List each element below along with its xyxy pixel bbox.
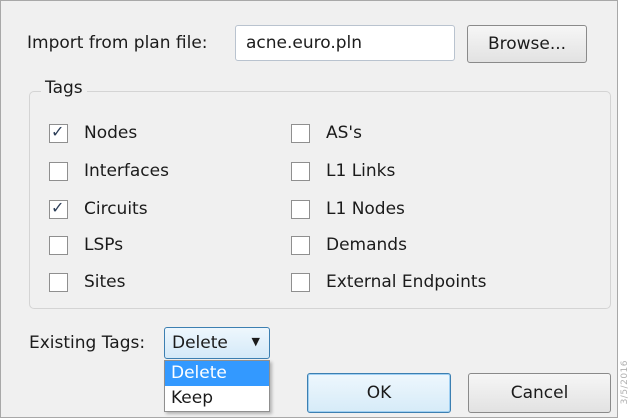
- checkbox[interactable]: [291, 199, 310, 219]
- existing-tags-label: Existing Tags:: [29, 333, 146, 353]
- tag-l1-nodes[interactable]: L1 Nodes: [291, 199, 405, 219]
- tag-label: L1 Links: [326, 161, 396, 181]
- tag-lsps[interactable]: LSPs: [49, 235, 123, 255]
- side-code: 3/5/2016: [620, 360, 630, 405]
- existing-tags-select[interactable]: Delete ▼: [164, 327, 270, 359]
- tag-external-endpoints[interactable]: External Endpoints: [291, 272, 486, 292]
- checkbox[interactable]: [291, 272, 310, 292]
- existing-tags-value: Delete: [172, 333, 228, 353]
- ok-button[interactable]: OK: [307, 373, 451, 413]
- tag-demands[interactable]: Demands: [291, 235, 407, 255]
- tag-l1-links[interactable]: L1 Links: [291, 161, 395, 181]
- tag-label: Sites: [84, 272, 126, 292]
- import-label: Import from plan file:: [27, 33, 208, 53]
- tag-as[interactable]: AS's: [291, 123, 362, 143]
- checkbox[interactable]: [49, 235, 68, 255]
- tag-label: LSPs: [84, 235, 124, 255]
- checkbox[interactable]: [49, 161, 68, 181]
- tag-label: Interfaces: [84, 161, 169, 181]
- tag-label: Demands: [326, 235, 407, 255]
- plan-file-input[interactable]: acne.euro.pln: [235, 25, 455, 61]
- tags-group-title: Tags: [41, 78, 87, 98]
- menu-item-keep[interactable]: Keep: [165, 386, 269, 411]
- tag-label: Nodes: [84, 123, 138, 143]
- browse-button[interactable]: Browse...: [467, 25, 587, 63]
- import-dialog: Import from plan file: acne.euro.pln Bro…: [0, 0, 618, 418]
- check-icon: ✓: [51, 197, 65, 217]
- tag-sites[interactable]: Sites: [49, 272, 126, 292]
- checkbox[interactable]: [49, 272, 68, 292]
- check-icon: ✓: [51, 121, 65, 141]
- cancel-button[interactable]: Cancel: [468, 373, 611, 413]
- tag-label: Circuits: [84, 199, 148, 219]
- chevron-down-icon: ▼: [251, 335, 260, 348]
- tag-interfaces[interactable]: Interfaces: [49, 161, 169, 181]
- checkbox[interactable]: ✓: [49, 121, 68, 143]
- checkbox[interactable]: ✓: [49, 197, 68, 219]
- tag-label: L1 Nodes: [326, 199, 405, 219]
- existing-tags-menu: Delete Keep: [164, 360, 270, 412]
- side-strip: [618, 0, 632, 420]
- menu-item-delete[interactable]: Delete: [165, 361, 269, 386]
- checkbox[interactable]: [291, 235, 310, 255]
- tag-label: External Endpoints: [326, 272, 487, 292]
- tag-nodes[interactable]: ✓ Nodes: [49, 121, 138, 143]
- checkbox[interactable]: [291, 123, 310, 143]
- checkbox[interactable]: [291, 161, 310, 181]
- tag-label: AS's: [326, 123, 362, 143]
- tag-circuits[interactable]: ✓ Circuits: [49, 197, 148, 219]
